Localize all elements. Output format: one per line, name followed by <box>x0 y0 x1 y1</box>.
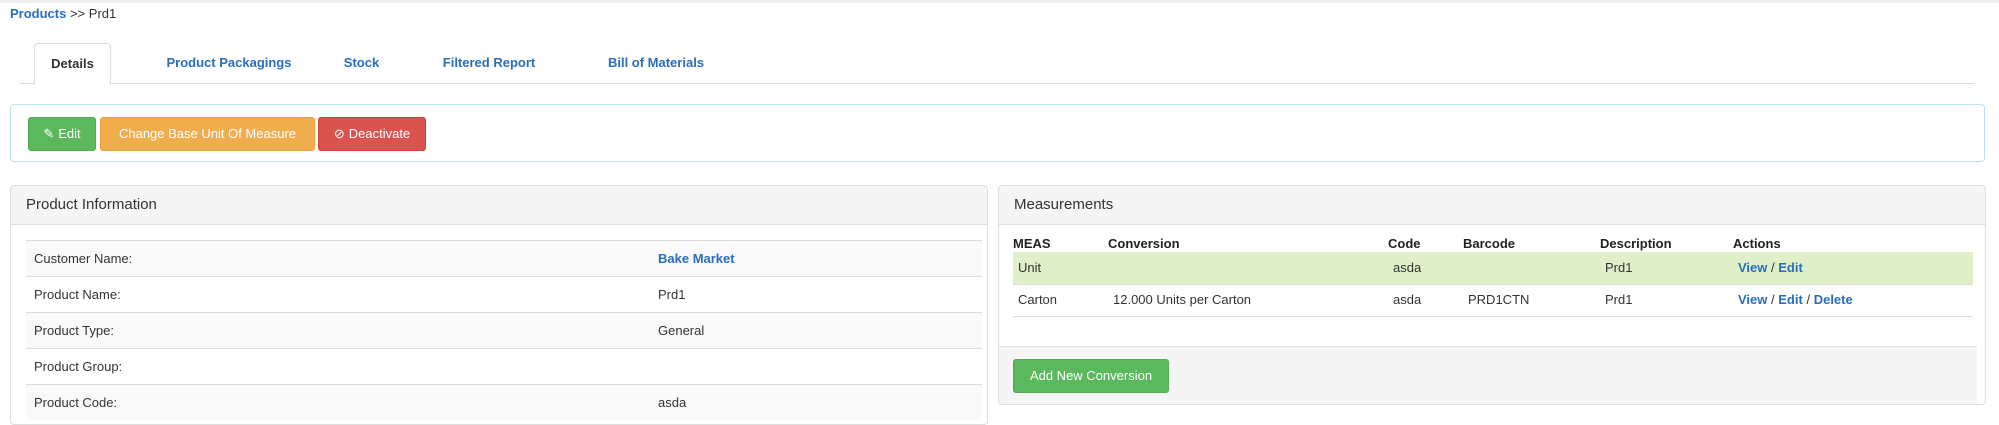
tab-bill-of-materials[interactable]: Bill of Materials <box>591 43 721 83</box>
column-header: Conversion <box>1108 236 1180 251</box>
info-row-product-code: Product Code: asda <box>26 384 982 420</box>
code-cell: asda <box>1393 292 1422 307</box>
customer-name-link[interactable]: Bake Market <box>658 241 735 277</box>
code-cell: asda <box>1393 260 1422 275</box>
deactivate-button[interactable]: ⊘ Deactivate <box>318 117 426 151</box>
deactivate-button-label: Deactivate <box>348 126 411 141</box>
info-row-product-group: Product Group: <box>26 348 982 384</box>
info-row-product-type: Product Type: General <box>26 312 982 348</box>
breadcrumb: Products >> Prd1 <box>10 6 116 21</box>
info-label: Product Code: <box>34 395 118 410</box>
info-label: Product Name: <box>34 287 121 302</box>
action-toolbar: ✎ Edit Change Base Unit Of Measure ⊘ Deact… <box>10 104 1985 162</box>
table-row: Carton 12.000 Units per Carton asda PRD1… <box>1013 284 1973 317</box>
column-header: Description <box>1600 236 1672 251</box>
info-label: Customer Name: <box>34 251 133 266</box>
add-new-conversion-button[interactable]: Add New Conversion <box>1013 359 1169 393</box>
action-divider: / <box>1771 292 1775 307</box>
info-row-customer: Customer Name: Bake Market <box>26 240 982 276</box>
change-base-unit-button[interactable]: Change Base Unit Of Measure <box>100 117 315 151</box>
column-header: Barcode <box>1463 236 1516 251</box>
meas-cell: Unit <box>1018 260 1042 275</box>
edit-button[interactable]: ✎ Edit <box>28 117 96 151</box>
delete-link[interactable]: Delete <box>1814 292 1853 307</box>
tab-details[interactable]: Details <box>34 43 111 85</box>
info-label: Product Group: <box>34 359 123 374</box>
column-header: Actions <box>1733 236 1781 251</box>
column-header: MEAS <box>1013 236 1051 251</box>
measurements-panel: Measurements MEAS Conversion Code Barcod… <box>998 185 1986 405</box>
pencil-icon: ✎ <box>43 126 55 141</box>
info-value: Prd1 <box>658 287 686 302</box>
ban-icon: ⊘ <box>333 126 345 141</box>
tab-filtered-report[interactable]: Filtered Report <box>429 43 549 83</box>
tab-product-packagings[interactable]: Product Packagings <box>149 43 309 83</box>
actions-cell: View / Edit / Delete <box>1738 284 1853 316</box>
actions-cell: View / Edit <box>1738 252 1803 284</box>
column-header: Code <box>1388 236 1421 251</box>
description-cell: Prd1 <box>1605 260 1633 275</box>
breadcrumb-current: Prd1 <box>88 6 117 21</box>
product-information-panel: Product Information Customer Name: Bake … <box>10 185 988 425</box>
view-link[interactable]: View <box>1738 292 1767 307</box>
tab-bar: Details Product Packagings Stock Filtere… <box>19 43 1974 85</box>
meas-cell: Carton <box>1018 292 1058 307</box>
action-divider: / <box>1806 292 1811 307</box>
info-row-product-name: Product Name: Prd1 <box>26 276 982 312</box>
product-information-title: Product Information <box>11 186 987 225</box>
edit-button-label: Edit <box>58 126 81 141</box>
edit-link[interactable]: Edit <box>1778 292 1803 307</box>
measurements-title: Measurements <box>999 186 1985 225</box>
top-border <box>0 0 1999 3</box>
view-link[interactable]: View <box>1738 260 1767 275</box>
info-label: Product Type: <box>34 323 114 338</box>
table-row: Unit asda Prd1 View / Edit <box>1013 252 1973 285</box>
breadcrumb-products-link[interactable]: Products <box>10 6 66 21</box>
measurements-footer: Add New Conversion <box>999 346 1977 404</box>
edit-link[interactable]: Edit <box>1778 260 1803 275</box>
info-value: asda <box>658 395 687 410</box>
conversion-cell: 12.000 Units per Carton <box>1113 292 1252 307</box>
tab-stock[interactable]: Stock <box>339 43 384 83</box>
description-cell: Prd1 <box>1605 292 1633 307</box>
barcode-cell: PRD1CTN <box>1468 292 1530 307</box>
action-divider: / <box>1771 260 1775 275</box>
breadcrumb-separator: >> <box>69 6 86 21</box>
info-value: General <box>658 323 705 338</box>
